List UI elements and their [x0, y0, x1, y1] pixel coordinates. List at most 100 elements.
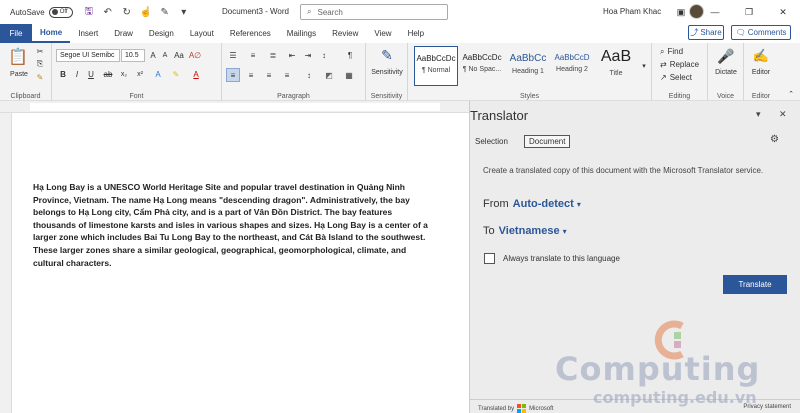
align-left-icon[interactable]: ≡ [226, 68, 240, 82]
tab-help[interactable]: Help [400, 24, 432, 43]
tab-file[interactable]: File [0, 24, 32, 43]
share-button[interactable]: ⤴ Share [688, 25, 724, 40]
editor-icon[interactable]: ✍ [752, 47, 770, 65]
translate-button[interactable]: Translate [723, 275, 787, 294]
increase-indent-icon[interactable]: ⇥ [302, 49, 314, 61]
from-value[interactable]: Auto-detect [513, 198, 574, 210]
bold-icon[interactable]: B [58, 68, 68, 80]
superscript-icon[interactable]: x² [134, 68, 146, 80]
checkbox-box[interactable] [484, 253, 495, 264]
replace-button[interactable]: ⇄ Replace [660, 59, 704, 70]
pane-close-icon[interactable]: ✕ [779, 109, 787, 120]
autosave-toggle[interactable]: Off [48, 6, 73, 18]
find-label: Find [667, 47, 684, 56]
highlight-icon[interactable]: ✎ [170, 68, 182, 80]
line-spacing-icon[interactable]: ↕ [302, 68, 316, 82]
horizontal-ruler[interactable] [0, 101, 469, 113]
editor-button[interactable]: Editor [744, 67, 778, 77]
tab-selection[interactable]: Selection [475, 137, 508, 146]
tab-document[interactable]: Document [524, 135, 571, 148]
customize-qat-icon[interactable]: ▾ [178, 7, 190, 18]
style-heading-1[interactable]: AaBbCc Heading 1 [506, 46, 550, 86]
pane-options-icon[interactable]: ▾ [756, 109, 761, 120]
cut-icon[interactable]: ✂ [34, 46, 46, 56]
title-bar: AutoSave Off 🖫 ↶ ↻ ☝ ✎ ▾ Document3 - Wor… [0, 0, 800, 24]
show-marks-icon[interactable]: ¶ [344, 49, 356, 61]
style-normal[interactable]: AaBbCcDc ¶ Normal [414, 46, 458, 86]
collapse-ribbon-icon[interactable]: ⌃ [786, 89, 796, 99]
font-group: Segoe UI Semibc 10.5 A A Aa A∅ B I U ab … [52, 43, 222, 101]
user-name[interactable]: Hoa Pham Khac [603, 7, 661, 16]
font-name-box[interactable]: Segoe UI Semibc [56, 49, 120, 62]
from-language[interactable]: From Auto-detect ▾ [483, 198, 581, 210]
text-effects-icon[interactable]: A [152, 68, 164, 80]
borders-icon[interactable]: ▦ [342, 68, 356, 82]
undo-icon[interactable]: ↶ [102, 7, 114, 18]
chevron-down-icon: ▾ [562, 227, 567, 236]
format-painter-icon[interactable]: ✎ [34, 72, 46, 82]
font-size-box[interactable]: 10.5 [121, 49, 145, 62]
shrink-font-icon[interactable]: A [160, 49, 170, 62]
decrease-indent-icon[interactable]: ⇤ [286, 49, 298, 61]
change-case-icon[interactable]: Aa [173, 49, 185, 62]
ribbon-display-icon[interactable]: ▣ [664, 0, 698, 24]
style-name: ¶ Normal [421, 67, 451, 74]
numbering-icon[interactable]: ≡ [246, 49, 260, 61]
tab-mailings[interactable]: Mailings [279, 24, 324, 43]
paste-icon[interactable]: 📋 [8, 47, 28, 67]
tab-home[interactable]: Home [32, 24, 71, 43]
paste-button[interactable]: Paste [6, 69, 32, 79]
styles-group-label: Styles [519, 93, 540, 100]
copy-icon[interactable]: ⎘ [34, 59, 46, 69]
sensitivity-icon[interactable]: ✎ [378, 46, 396, 64]
italic-icon[interactable]: I [72, 68, 82, 80]
to-language[interactable]: To Vietnamese ▾ [483, 225, 567, 237]
style-title[interactable]: AaB Title [594, 46, 638, 86]
redo-icon[interactable]: ↻ [121, 7, 133, 18]
clear-formatting-icon[interactable]: A∅ [189, 49, 201, 62]
tab-draw[interactable]: Draw [106, 24, 141, 43]
align-center-icon[interactable]: ≡ [244, 68, 258, 82]
microphone-icon[interactable]: 🎤 [717, 47, 734, 65]
tab-review[interactable]: Review [324, 24, 366, 43]
shading-icon[interactable]: ◩ [322, 68, 336, 82]
multilevel-list-icon[interactable]: ≣ [266, 49, 280, 61]
autosave-control[interactable]: AutoSave Off [10, 6, 73, 18]
font-color-icon[interactable]: A [190, 68, 202, 80]
dictate-button[interactable]: Dictate [708, 67, 744, 77]
save-icon[interactable]: 🖫 [83, 4, 95, 21]
settings-gear-icon[interactable]: ⚙ [770, 134, 779, 145]
style-heading-2[interactable]: AaBbCcD Heading 2 [550, 46, 594, 86]
close-icon[interactable]: ✕ [766, 0, 800, 24]
underline-icon[interactable]: U [86, 68, 96, 80]
always-translate-checkbox[interactable]: Always translate to this language [484, 253, 620, 264]
justify-icon[interactable]: ≡ [280, 68, 294, 82]
search-box[interactable]: ⌕ Search [300, 4, 448, 20]
tab-view[interactable]: View [366, 24, 399, 43]
tab-layout[interactable]: Layout [182, 24, 222, 43]
select-button[interactable]: ↗ Select [660, 72, 704, 83]
subscript-icon[interactable]: x₂ [118, 68, 130, 80]
vertical-ruler[interactable] [0, 113, 12, 413]
tab-insert[interactable]: Insert [70, 24, 106, 43]
minimize-icon[interactable]: — [698, 0, 732, 24]
bullets-icon[interactable]: ☰ [226, 49, 240, 61]
format-painter-qat-icon[interactable]: ✎ [159, 7, 171, 18]
tab-design[interactable]: Design [141, 24, 182, 43]
document-body-text[interactable]: Hạ Long Bay is a UNESCO World Heritage S… [33, 181, 433, 269]
style-no-spacing[interactable]: AaBbCcDc ¶ No Spac... [460, 46, 504, 86]
document-page[interactable]: Hạ Long Bay is a UNESCO World Heritage S… [13, 113, 469, 413]
sort-icon[interactable]: ↕ [318, 49, 330, 61]
touch-mode-icon[interactable]: ☝ [140, 7, 152, 18]
restore-icon[interactable]: ❐ [732, 0, 766, 24]
align-right-icon[interactable]: ≡ [262, 68, 276, 82]
sensitivity-button[interactable]: Sensitivity [366, 67, 408, 77]
find-button[interactable]: ⌕ Find [660, 46, 704, 57]
comments-button[interactable]: 🗨 Comments [731, 25, 791, 40]
grow-font-icon[interactable]: A [148, 49, 158, 62]
styles-more-icon[interactable]: ▾ [640, 51, 648, 81]
watermark-brand: Computing [555, 350, 761, 388]
to-value[interactable]: Vietnamese [499, 225, 560, 237]
tab-references[interactable]: References [222, 24, 279, 43]
strikethrough-icon[interactable]: ab [102, 68, 114, 80]
